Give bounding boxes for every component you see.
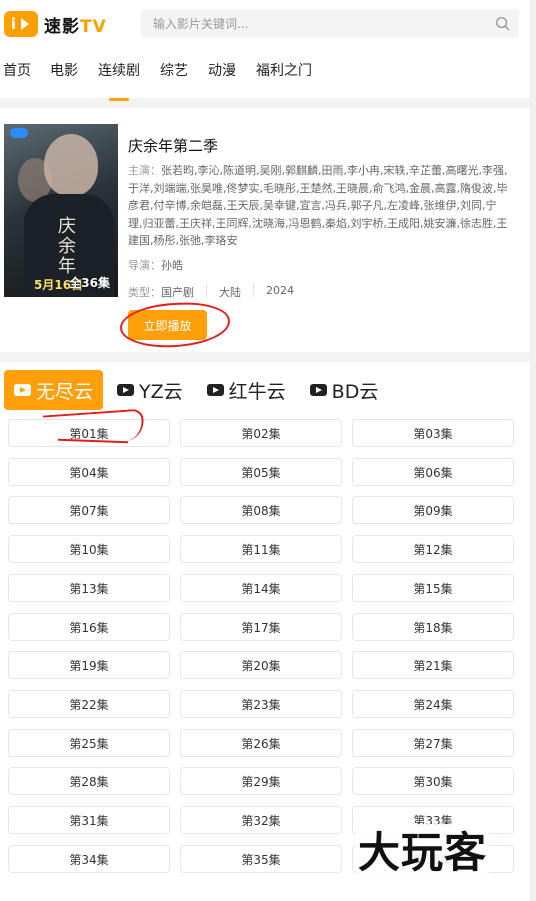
episode-button[interactable]: 第06集 xyxy=(352,458,514,486)
source-label: BD云 xyxy=(331,380,379,403)
source-tab-bdyun[interactable]: BD云 xyxy=(300,370,389,410)
search-input[interactable] xyxy=(141,9,481,38)
video-year: 2024 xyxy=(266,284,294,297)
episode-button[interactable]: 第25集 xyxy=(8,729,170,757)
nav-item-variety[interactable]: 综艺 xyxy=(160,56,188,92)
director-label: 导演： xyxy=(128,259,161,272)
video-region: 大陆 xyxy=(219,286,241,299)
episode-button[interactable]: 第24集 xyxy=(352,690,514,718)
cast-list: 主演：张若昀,李沁,陈道明,吴刚,郭麒麟,田雨,李小冉,宋轶,辛芷蕾,高曙光,李… xyxy=(128,162,508,250)
video-title: 庆余年第二季 xyxy=(128,137,219,155)
episode-button[interactable]: 第13集 xyxy=(8,574,170,602)
episode-button[interactable]: 第27集 xyxy=(352,729,514,757)
search-box xyxy=(141,9,519,38)
episode-button[interactable]: 第26集 xyxy=(180,729,342,757)
director-name: 孙皓 xyxy=(161,259,183,272)
play-icon xyxy=(14,384,31,396)
nav-item-home[interactable]: 首页 xyxy=(3,56,31,92)
poster-image[interactable]: 庆余年 5月16日 全36集 xyxy=(4,124,118,297)
main-nav: 首页 电影 连续剧 综艺 动漫 福利之门 xyxy=(0,56,312,92)
source-tabs: 无尽云 YZ云 红牛云 BD云 xyxy=(4,370,392,410)
episode-button[interactable]: 第19集 xyxy=(8,651,170,679)
episode-count-badge: 全36集 xyxy=(69,276,110,290)
cast-names: 张若昀,李沁,陈道明,吴刚,郭麒麟,田雨,李小冉,宋轶,辛芷蕾,高曙光,李强,于… xyxy=(128,164,508,247)
poster-logo-icon xyxy=(10,128,28,138)
episode-button[interactable]: 第23集 xyxy=(180,690,342,718)
video-detail: 庆余年 5月16日 全36集 庆余年第二季 主演：张若昀,李沁,陈道明,吴刚,郭… xyxy=(0,108,530,352)
episode-button[interactable]: 第34集 xyxy=(8,845,170,873)
nav-item-series[interactable]: 连续剧 xyxy=(98,56,140,92)
source-label: 红牛云 xyxy=(228,380,286,403)
nav-item-anime[interactable]: 动漫 xyxy=(208,56,236,92)
site-logo[interactable]: i 速影TV xyxy=(4,11,107,37)
source-label: YZ云 xyxy=(139,380,183,403)
source-label: 无尽云 xyxy=(36,380,94,403)
cast-label: 主演： xyxy=(128,164,161,177)
episode-button[interactable]: 第12集 xyxy=(352,535,514,563)
episode-button[interactable]: 第29集 xyxy=(180,767,342,795)
poster-title: 庆余年 xyxy=(55,216,76,276)
episode-button[interactable]: 第15集 xyxy=(352,574,514,602)
logo-icon: i xyxy=(4,11,38,37)
type-label: 类型： xyxy=(128,286,161,299)
nav-item-welfare[interactable]: 福利之门 xyxy=(256,56,312,92)
logo-text: 速影 xyxy=(44,16,80,37)
episode-panel: 无尽云 YZ云 红牛云 BD云 第01集 第02集 第03集 第04集 第05集 第06集… xyxy=(0,362,530,901)
divider xyxy=(206,284,207,297)
episode-button[interactable]: 第21集 xyxy=(352,651,514,679)
logo-tv-text: TV xyxy=(80,16,107,37)
video-type: 国产剧 xyxy=(161,286,194,299)
episode-button[interactable]: 第32集 xyxy=(180,806,342,834)
episode-button[interactable]: 第11集 xyxy=(180,535,342,563)
source-tab-yzyun[interactable]: YZ云 xyxy=(107,370,193,410)
source-tab-wujinyun[interactable]: 无尽云 xyxy=(4,370,104,410)
episode-button[interactable]: 第35集 xyxy=(180,845,342,873)
nav-item-movies[interactable]: 电影 xyxy=(50,56,78,92)
watermark: 大玩客 xyxy=(356,824,490,882)
episode-button[interactable]: 第22集 xyxy=(8,690,170,718)
episode-button[interactable]: 第02集 xyxy=(180,419,342,447)
episode-button[interactable]: 第08集 xyxy=(180,496,342,524)
source-tab-hongniuyun[interactable]: 红牛云 xyxy=(197,370,296,410)
annotation-circle xyxy=(118,300,232,350)
play-icon xyxy=(206,384,224,396)
play-icon xyxy=(309,384,327,396)
episode-button[interactable]: 第28集 xyxy=(8,767,170,795)
episode-button[interactable]: 第16集 xyxy=(8,613,170,641)
episode-button[interactable]: 第17集 xyxy=(180,613,342,641)
scrollbar[interactable] xyxy=(530,0,536,901)
episode-button[interactable]: 第09集 xyxy=(352,496,514,524)
header: i 速影TV 首页 电影 连续剧 综艺 动漫 福利之门 xyxy=(0,0,536,98)
episode-button[interactable]: 第30集 xyxy=(352,767,514,795)
episode-button[interactable]: 第07集 xyxy=(8,496,170,524)
episode-button[interactable]: 第20集 xyxy=(180,651,342,679)
episode-button[interactable]: 第03集 xyxy=(352,419,514,447)
director: 导演：孙皓 xyxy=(128,257,183,273)
episode-button[interactable]: 第04集 xyxy=(8,458,170,486)
search-icon[interactable] xyxy=(495,16,510,31)
divider xyxy=(253,284,254,297)
episode-button[interactable]: 第14集 xyxy=(180,574,342,602)
episode-button[interactable]: 第18集 xyxy=(352,613,514,641)
episode-button[interactable]: 第31集 xyxy=(8,806,170,834)
episode-button[interactable]: 第05集 xyxy=(180,458,342,486)
play-icon xyxy=(117,384,135,396)
video-meta: 类型： 国产剧 大陆 2024 xyxy=(128,284,294,300)
episode-button[interactable]: 第10集 xyxy=(8,535,170,563)
